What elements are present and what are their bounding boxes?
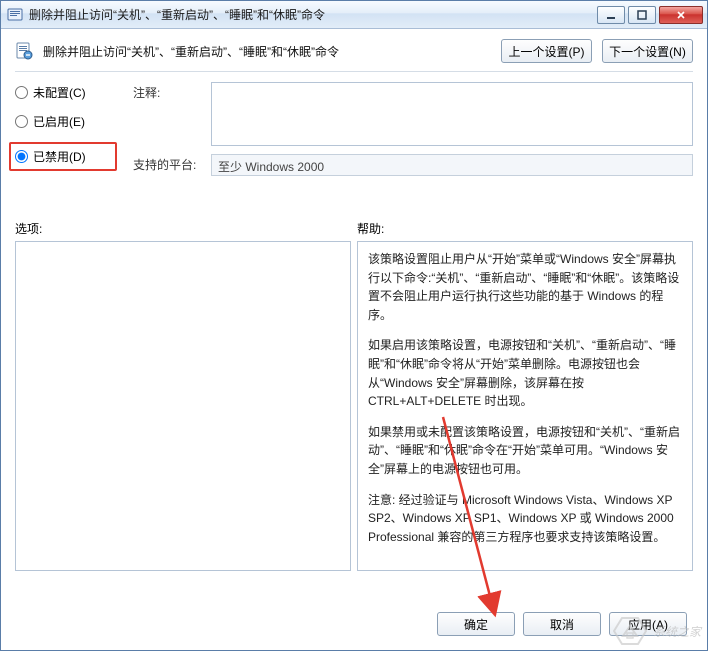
- policy-icon: [15, 42, 33, 60]
- radio-disabled-highlight: 已禁用(D): [9, 142, 117, 171]
- panel-headers: 选项: 帮助:: [15, 220, 693, 237]
- options-label: 选项:: [15, 220, 351, 237]
- radio-enabled-label: 已启用(E): [33, 113, 85, 130]
- radio-not-configured[interactable]: 未配置(C): [15, 84, 117, 101]
- cancel-button[interactable]: 取消: [523, 612, 601, 636]
- help-paragraph: 如果启用该策略设置，电源按钮和“关机”、“重新启动”、“睡眠”和“休眠”命令将从…: [368, 336, 682, 410]
- help-panel[interactable]: 该策略设置阻止用户从“开始”菜单或“Windows 安全”屏幕执行以下命令:“关…: [357, 241, 693, 571]
- ok-button[interactable]: 确定: [437, 612, 515, 636]
- comment-textarea[interactable]: [211, 82, 693, 146]
- comment-label: 注释:: [133, 82, 201, 101]
- window-buttons: [597, 6, 703, 24]
- next-setting-button[interactable]: 下一个设置(N): [602, 39, 693, 63]
- policy-title: 删除并阻止访问“关机”、“重新启动”、“睡眠”和“休眠”命令: [43, 43, 491, 60]
- close-button[interactable]: [659, 6, 703, 24]
- footer-buttons: 确定 取消 应用(A): [437, 612, 687, 636]
- policy-editor-window: 删除并阻止访问“关机”、“重新启动”、“睡眠”和“休眠”命令 删除并阻止访问“关…: [0, 0, 708, 651]
- window-title: 删除并阻止访问“关机”、“重新启动”、“睡眠”和“休眠”命令: [29, 6, 597, 23]
- radio-disabled-input[interactable]: [15, 150, 28, 163]
- app-icon: [7, 7, 23, 23]
- right-column: 注释: 支持的平台: 至少 Windows 2000: [133, 82, 693, 184]
- help-paragraph: 该策略设置阻止用户从“开始”菜单或“Windows 安全”屏幕执行以下命令:“关…: [368, 250, 682, 324]
- radio-disabled-label: 已禁用(D): [33, 148, 86, 165]
- radio-not-configured-label: 未配置(C): [33, 84, 86, 101]
- platform-row: 支持的平台: 至少 Windows 2000: [133, 154, 693, 176]
- radio-not-configured-input[interactable]: [15, 86, 28, 99]
- platform-label: 支持的平台:: [133, 154, 201, 173]
- help-label: 帮助:: [351, 220, 693, 237]
- radio-enabled-input[interactable]: [15, 115, 28, 128]
- options-panel[interactable]: [15, 241, 351, 571]
- apply-button[interactable]: 应用(A): [609, 612, 687, 636]
- titlebar[interactable]: 删除并阻止访问“关机”、“重新启动”、“睡眠”和“休眠”命令: [1, 1, 707, 29]
- minimize-button[interactable]: [597, 6, 625, 24]
- prev-setting-button[interactable]: 上一个设置(P): [501, 39, 592, 63]
- divider: [15, 71, 693, 72]
- platform-value: 至少 Windows 2000: [211, 154, 693, 176]
- help-paragraph: 注意: 经过验证与 Microsoft Windows Vista、Window…: [368, 491, 682, 547]
- radio-group: 未配置(C) 已启用(E) 已禁用(D): [15, 82, 117, 184]
- content-area: 删除并阻止访问“关机”、“重新启动”、“睡眠”和“休眠”命令 上一个设置(P) …: [1, 29, 707, 650]
- maximize-button[interactable]: [628, 6, 656, 24]
- header-row: 删除并阻止访问“关机”、“重新启动”、“睡眠”和“休眠”命令 上一个设置(P) …: [15, 39, 693, 63]
- radio-disabled[interactable]: 已禁用(D): [15, 148, 109, 165]
- help-paragraph: 如果禁用或未配置该策略设置，电源按钮和“关机”、“重新启动”、“睡眠”和“休眠”…: [368, 423, 682, 479]
- config-area: 未配置(C) 已启用(E) 已禁用(D) 注释:: [15, 82, 693, 184]
- radio-enabled[interactable]: 已启用(E): [15, 113, 117, 130]
- comment-row: 注释:: [133, 82, 693, 146]
- panels: 该策略设置阻止用户从“开始”菜单或“Windows 安全”屏幕执行以下命令:“关…: [15, 241, 693, 571]
